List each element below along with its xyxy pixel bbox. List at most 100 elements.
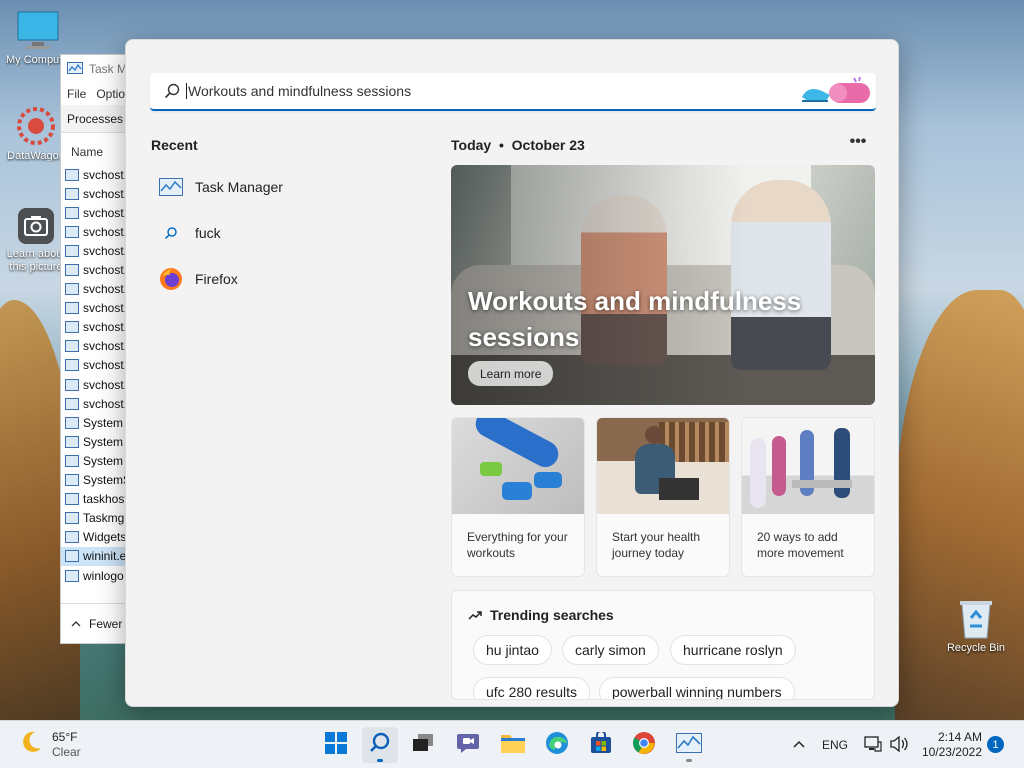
trending-title: Trending searches	[490, 607, 614, 623]
workout-illustration-icon	[800, 75, 874, 114]
chat-button[interactable]	[450, 727, 486, 763]
process-icon	[65, 493, 79, 506]
card-text: Start your health journey today	[612, 530, 701, 560]
task-manager-icon	[67, 61, 83, 77]
recent-item-label: fuck	[195, 225, 221, 241]
process-icon	[65, 340, 79, 353]
process-icon	[65, 531, 79, 544]
desktop-icon-recycle-bin[interactable]: Recycle Bin	[944, 598, 1008, 654]
process-icon	[65, 302, 79, 315]
task-manager-icon	[676, 732, 702, 758]
network-icon	[864, 735, 882, 755]
chat-icon	[456, 732, 480, 759]
task-view-icon	[412, 733, 434, 758]
notification-badge[interactable]: 1	[987, 736, 1004, 753]
search-icon	[164, 83, 180, 99]
desktop-icon-label: DataWagon	[7, 150, 65, 162]
desktop-icon-datawagon[interactable]: DataWagon	[4, 104, 68, 162]
process-name: Taskmgr	[83, 511, 129, 526]
process-name: System	[83, 453, 124, 468]
trending-chip[interactable]: carly simon	[562, 635, 659, 665]
start-button[interactable]	[318, 727, 354, 763]
trending-chip[interactable]: hu jintao	[473, 635, 552, 665]
process-name: svchost.	[83, 396, 128, 411]
process-icon	[65, 359, 79, 372]
process-name: svchost.	[83, 282, 128, 297]
tab-processes-label: Processes	[67, 111, 124, 126]
learn-more-button[interactable]: Learn more	[468, 361, 554, 386]
recent-item-firefox[interactable]: Firefox	[159, 261, 419, 297]
chrome-icon	[632, 731, 656, 760]
trending-chip[interactable]: hurricane roslyn	[670, 635, 796, 665]
trending-up-icon	[468, 607, 482, 623]
recent-item-search-query[interactable]: fuck	[159, 215, 419, 251]
taskbar-search-button[interactable]	[362, 727, 398, 763]
clock[interactable]: 2:14 AM 10/23/2022	[914, 730, 982, 760]
task-manager-taskbar-button[interactable]	[671, 727, 707, 763]
edge-button[interactable]	[539, 727, 575, 763]
process-icon	[65, 206, 79, 219]
moon-icon	[18, 729, 44, 760]
process-name: SystemS	[83, 473, 132, 488]
card-text: Everything for your workouts	[467, 530, 568, 560]
file-explorer-button[interactable]	[495, 727, 531, 763]
recycle-bin-icon	[944, 598, 1008, 640]
store-button[interactable]	[583, 727, 619, 763]
trending-chip[interactable]: powerball winning numbers	[599, 677, 795, 699]
process-name: svchost.	[83, 339, 128, 354]
volume-icon	[890, 735, 908, 755]
card-text: 20 ways to add more movement	[757, 530, 844, 560]
more-options-icon[interactable]: •••	[846, 133, 870, 153]
process-icon	[65, 321, 79, 334]
camera-icon	[4, 206, 68, 246]
search-icon	[368, 731, 392, 760]
windows-logo-icon	[325, 731, 347, 759]
fewer-details-label: Fewer	[89, 616, 123, 631]
process-name: svchost.	[83, 377, 128, 392]
chrome-button[interactable]	[626, 727, 662, 763]
weather-description: Clear	[52, 745, 81, 759]
card-image-group-stretch	[742, 418, 874, 514]
card-movement[interactable]: 20 ways to add more movement	[741, 417, 875, 577]
taskbar: 65°F Clear ENG 2:14 AM 10/23/2022 1	[0, 720, 1024, 768]
hero-card[interactable]: Workouts and mindfulness sessions Learn …	[451, 165, 875, 405]
recent-item-task-manager[interactable]: Task Manager	[159, 169, 419, 205]
task-view-button[interactable]	[405, 727, 441, 763]
show-hidden-icons-button[interactable]	[792, 721, 806, 768]
input-language-label: ENG	[822, 738, 849, 752]
folder-icon	[500, 732, 526, 759]
process-name: svchost.	[83, 224, 128, 239]
process-name: wininit.e	[83, 549, 127, 564]
card-image-yoga-mat	[452, 418, 584, 514]
today-heading: Today • October 23	[451, 137, 585, 153]
process-name: svchost.	[83, 167, 128, 182]
input-language-button[interactable]: ENG	[822, 721, 848, 768]
process-icon	[65, 550, 79, 563]
weather-temperature: 65°F	[52, 730, 78, 744]
search-input[interactable]	[186, 83, 786, 99]
clock-date: 10/23/2022	[921, 745, 982, 759]
task-manager-title: Task M	[89, 62, 128, 76]
process-icon	[65, 264, 79, 277]
card-health-journey[interactable]: Start your health journey today	[596, 417, 730, 577]
menu-options[interactable]: Optio	[96, 87, 125, 101]
process-name: System	[83, 434, 124, 449]
process-icon	[65, 454, 79, 467]
network-volume-button[interactable]	[864, 721, 908, 768]
card-workouts[interactable]: Everything for your workouts	[451, 417, 585, 577]
process-name: svchost.	[83, 301, 128, 316]
desktop-icon-learn-about-picture[interactable]: Learn about this picture	[4, 206, 68, 274]
desktop-icon-label: Recycle Bin	[946, 642, 1006, 654]
menu-file[interactable]: File	[67, 87, 86, 101]
process-icon	[65, 168, 79, 181]
process-icon	[65, 187, 79, 200]
process-name: svchost.	[83, 263, 128, 278]
search-box[interactable]	[150, 73, 876, 111]
weather-widget[interactable]: 65°F Clear	[18, 729, 81, 760]
wallpaper-cliff-right	[895, 290, 1024, 720]
store-icon	[589, 729, 613, 759]
trending-chip[interactable]: ufc 280 results	[473, 677, 591, 699]
process-name: Widgets	[83, 530, 127, 545]
process-icon	[65, 435, 79, 448]
process-name: svchost.	[83, 243, 128, 258]
